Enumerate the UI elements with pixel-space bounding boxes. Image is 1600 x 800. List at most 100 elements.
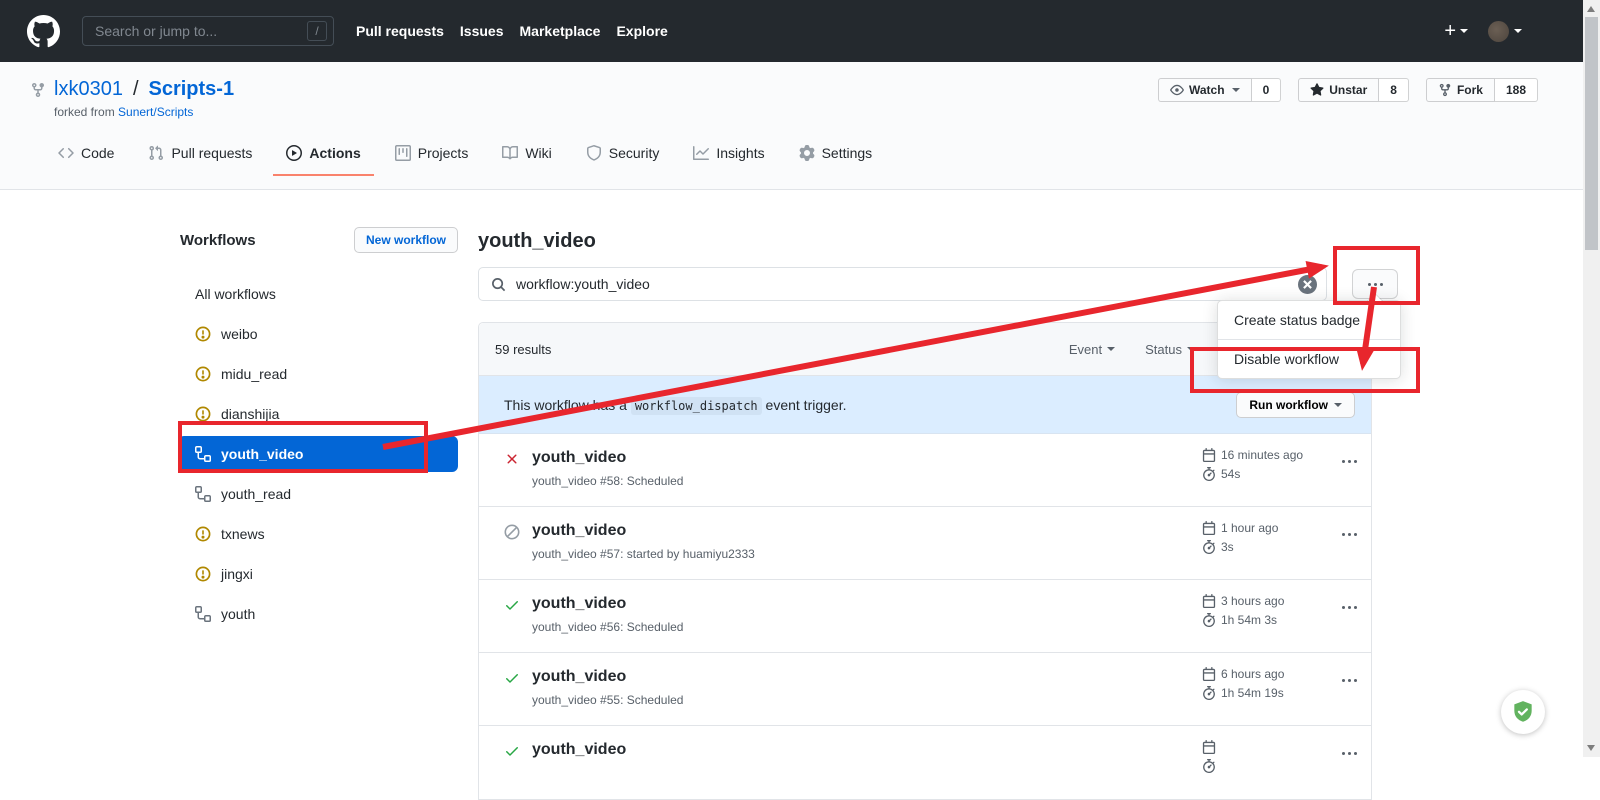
workflow-icon (195, 486, 211, 502)
run-title-link[interactable]: youth_video (532, 448, 683, 468)
clear-search-button[interactable] (1298, 275, 1317, 294)
repo-forked-icon (30, 82, 46, 98)
run-options-button[interactable] (1342, 460, 1357, 463)
run-description: youth_video #58: Scheduled (532, 474, 683, 488)
project-icon (395, 145, 411, 161)
watch-count[interactable]: 0 (1252, 78, 1282, 102)
calendar-icon (1202, 521, 1216, 535)
sidebar-item-dianshijia[interactable]: dianshijia (178, 396, 458, 432)
sidebar-item-weibo[interactable]: weibo (178, 316, 458, 352)
run-row[interactable]: youth_video youth_video #56: Scheduled 3… (479, 580, 1371, 653)
run-row[interactable]: youth_video youth_video #58: Scheduled 1… (479, 434, 1371, 507)
repo-action-buttons: Watch 0 Unstar 8 Fork 188 (1158, 78, 1538, 102)
run-description: youth_video #57: started by huamiyu2333 (532, 547, 755, 561)
run-row[interactable]: youth_video youth_video #55: Scheduled 6… (479, 653, 1371, 726)
tab-pull-requests[interactable]: Pull requests (135, 132, 265, 176)
warning-icon (195, 526, 211, 542)
run-title-link[interactable]: youth_video (532, 667, 683, 687)
nav-link-marketplace[interactable]: Marketplace (520, 23, 601, 39)
create-new-menu[interactable]: + (1444, 21, 1468, 41)
run-description: youth_video #55: Scheduled (532, 693, 683, 707)
results-count: 59 results (495, 342, 551, 357)
user-menu[interactable] (1488, 21, 1522, 42)
sidebar-item-midu-read[interactable]: midu_read (178, 356, 458, 392)
repo-tabs: Code Pull requests Actions Projects Wiki… (45, 132, 1538, 176)
warning-icon (195, 366, 211, 382)
book-icon (502, 145, 518, 161)
repo-name-link[interactable]: Scripts-1 (149, 78, 235, 101)
run-title-link[interactable]: youth_video (532, 594, 683, 614)
tab-settings[interactable]: Settings (786, 132, 886, 176)
run-options-button[interactable] (1342, 752, 1357, 755)
runs-search-box[interactable] (478, 267, 1327, 301)
calendar-icon (1202, 740, 1216, 754)
workflows-heading: Workflows (180, 232, 256, 249)
menu-item-create-status-badge[interactable]: Create status badge (1218, 301, 1400, 339)
nav-link-explore[interactable]: Explore (616, 23, 667, 39)
watch-button-group: Watch 0 (1158, 78, 1281, 102)
plus-icon: + (1444, 21, 1456, 41)
scrollbar-thumb[interactable] (1585, 17, 1598, 250)
tab-code[interactable]: Code (45, 132, 127, 176)
run-options-button[interactable] (1342, 679, 1357, 682)
repo-owner-link[interactable]: lxk0301 (54, 78, 123, 101)
new-workflow-button[interactable]: New workflow (354, 227, 458, 253)
global-search-input[interactable] (93, 22, 307, 40)
run-title-link[interactable]: youth_video (532, 521, 755, 541)
scrollbar[interactable] (1583, 0, 1600, 757)
sidebar-item-txnews[interactable]: txnews (178, 516, 458, 552)
run-row[interactable]: youth_video youth_video #57: started by … (479, 507, 1371, 580)
run-title-link[interactable]: youth_video (532, 740, 626, 760)
event-filter[interactable]: Event (1069, 342, 1115, 357)
run-options-button[interactable] (1342, 533, 1357, 536)
stopwatch-icon (1202, 540, 1216, 554)
scroll-up-arrow-icon[interactable] (1587, 6, 1595, 12)
sidebar-item-youth-video[interactable]: youth_video (178, 436, 458, 472)
run-row[interactable]: youth_video (479, 726, 1371, 799)
github-logo-icon[interactable] (27, 15, 60, 48)
main-content: Workflows New workflow All workflows wei… (0, 190, 1600, 800)
navbar-right: + (1444, 21, 1522, 42)
run-workflow-button[interactable]: Run workflow (1236, 392, 1355, 418)
run-time: 1 hour ago (1221, 521, 1278, 535)
avatar (1488, 21, 1509, 42)
nav-link-issues[interactable]: Issues (460, 23, 504, 39)
tab-wiki[interactable]: Wiki (489, 132, 564, 176)
run-time: 6 hours ago (1221, 667, 1284, 681)
shield-badge[interactable] (1501, 690, 1545, 734)
sidebar-item-youth-read[interactable]: youth_read (178, 476, 458, 512)
workflow-icon (195, 606, 211, 622)
play-icon (286, 145, 302, 161)
success-check-icon (504, 597, 520, 613)
tab-projects[interactable]: Projects (382, 132, 482, 176)
unstar-button[interactable]: Unstar (1298, 78, 1379, 102)
tab-security[interactable]: Security (573, 132, 673, 176)
sidebar-item-youth[interactable]: youth (178, 596, 458, 632)
banner-text: This workflow has a workflow_dispatch ev… (504, 397, 846, 413)
nav-link-pull-requests[interactable]: Pull requests (356, 23, 444, 39)
status-filter[interactable]: Status (1145, 342, 1195, 357)
star-icon (1310, 83, 1324, 97)
slash-key-hint: / (307, 21, 327, 41)
stopwatch-icon (1202, 686, 1216, 700)
sidebar-item-jingxi[interactable]: jingxi (178, 556, 458, 592)
runs-search-input[interactable] (514, 275, 1298, 293)
star-count[interactable]: 8 (1379, 78, 1409, 102)
shield-icon (586, 145, 602, 161)
global-search-box[interactable]: / (82, 16, 334, 46)
tab-insights[interactable]: Insights (680, 132, 777, 176)
run-options-button[interactable] (1342, 606, 1357, 609)
scroll-down-arrow-icon[interactable] (1587, 745, 1595, 751)
menu-item-disable-workflow[interactable]: Disable workflow (1218, 339, 1400, 378)
sidebar-item-all-workflows[interactable]: All workflows (178, 276, 458, 312)
repo-forked-icon (1438, 83, 1452, 97)
watch-button[interactable]: Watch (1158, 78, 1252, 102)
fork-button[interactable]: Fork (1426, 78, 1495, 102)
shield-check-icon (1510, 699, 1536, 725)
chevron-down-icon (1334, 403, 1342, 407)
failure-x-icon (504, 451, 520, 467)
forked-from-link[interactable]: Sunert/Scripts (118, 105, 193, 119)
tab-actions[interactable]: Actions (273, 132, 373, 176)
stopwatch-icon (1202, 613, 1216, 627)
fork-count[interactable]: 188 (1495, 78, 1538, 102)
